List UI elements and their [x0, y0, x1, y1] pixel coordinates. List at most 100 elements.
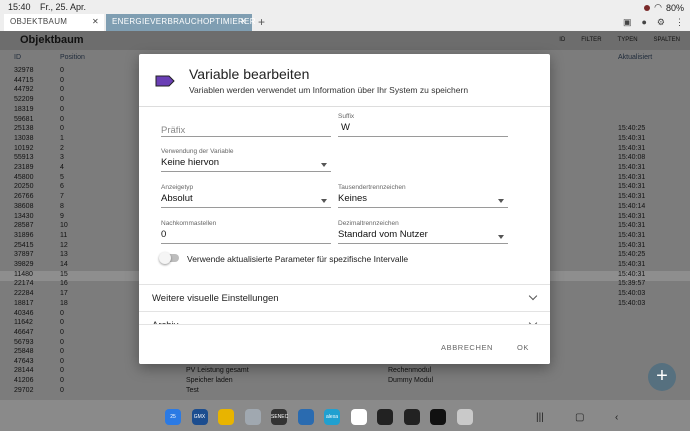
column-header-updated[interactable]: Aktualisiert	[618, 54, 652, 61]
cell-position: 1	[60, 134, 64, 142]
display-type-underline	[161, 207, 331, 208]
dock-app-icon[interactable]: GMX	[191, 409, 208, 425]
dock-app-icon[interactable]	[377, 409, 393, 425]
dock-app-icon[interactable]	[244, 409, 261, 425]
cell-position: 0	[60, 387, 64, 394]
cell-position: 11	[60, 231, 68, 239]
cell-id: 22174	[14, 280, 34, 288]
tab-bar: OBJEKTBAUM ✕ ENERGIEVERBRAUCHOPTIMIERER …	[0, 14, 690, 31]
cell-id: 44715	[14, 76, 34, 84]
cell-position: 0	[60, 76, 64, 84]
column-header-position[interactable]: Position	[60, 54, 85, 61]
settings-icon[interactable]: ⚙	[657, 17, 665, 28]
chevron-down-icon	[321, 163, 327, 167]
prefix-underline	[161, 136, 331, 137]
dock-app-icon[interactable]: 25	[165, 409, 181, 425]
back-button[interactable]: ‹	[615, 412, 618, 423]
close-tab-icon[interactable]: ✕	[92, 17, 99, 26]
cell-updated: 15:40:31	[618, 164, 646, 171]
dialog-subtitle: Variablen werden verwendet um Informatio…	[189, 85, 469, 95]
prefix-placeholder: Präfix	[161, 125, 186, 136]
cell-id: 10192	[14, 144, 34, 152]
toolbar: ID FILTER TYPEN SPALTEN	[559, 37, 680, 43]
decimal-separator-underline	[338, 243, 508, 244]
cell-id: 31896	[14, 231, 34, 239]
usage-select[interactable]: Verwendung der Variable Keine hiervon	[161, 148, 331, 173]
dock-app-icon[interactable]	[297, 409, 314, 425]
cell-id: 26766	[14, 193, 34, 201]
dock-app-icon[interactable]: SENEC	[271, 409, 288, 425]
tab-energieverbrauchoptimierer[interactable]: ENERGIEVERBRAUCHOPTIMIERER ✕	[106, 14, 256, 31]
chevron-down-icon	[528, 291, 538, 301]
cell-position: 2	[60, 144, 64, 152]
status-icons: ◠ 80%	[644, 2, 684, 13]
home-button[interactable]: ▢	[575, 412, 584, 423]
toolbar-columns-button[interactable]: SPALTEN	[654, 37, 680, 43]
status-bar: 15:40 Fr., 25. Apr. ◠ 80%	[0, 0, 690, 14]
dock-app-icon[interactable]	[430, 409, 446, 425]
dock-app-icon[interactable]	[456, 409, 473, 425]
thousands-separator-select[interactable]: Tausendertrennzeichen Keines	[338, 184, 508, 209]
recent-apps-button[interactable]: |||	[536, 412, 544, 423]
usage-value: Keine hiervon	[161, 157, 220, 168]
display-type-label: Anzeigetyp	[161, 184, 194, 191]
cell-name: Test	[186, 387, 199, 394]
cancel-button[interactable]: ABBRECHEN	[441, 343, 493, 352]
toolbar-id-button[interactable]: ID	[559, 37, 565, 43]
cell-id: 25415	[14, 241, 34, 249]
suffix-field[interactable]: Suffix W	[338, 113, 508, 138]
decimal-separator-label: Dezimaltrennzeichen	[338, 220, 399, 227]
cell-updated: 15:40:31	[618, 144, 646, 152]
chevron-down-icon	[321, 199, 327, 203]
decimals-field[interactable]: Nachkommastellen 0	[161, 220, 331, 245]
cell-updated: 15:40:31	[618, 270, 646, 278]
chevron-down-icon	[498, 235, 504, 239]
cell-id: 46647	[14, 328, 34, 336]
cell-position: 0	[60, 96, 64, 104]
usage-label: Verwendung der Variable	[161, 148, 234, 155]
decimals-value: 0	[161, 229, 167, 240]
tree-row[interactable]: 41206 0 Speicher laden Dummy Modul	[0, 377, 690, 387]
display-type-value: Absolut	[161, 193, 193, 204]
ok-button[interactable]: OK	[517, 343, 529, 352]
cell-position: 0	[60, 358, 64, 365]
visual-settings-section[interactable]: Weitere visuelle Einstellungen	[139, 284, 550, 310]
dialog-footer: ABBRECHEN OK	[139, 324, 550, 364]
cell-position: 0	[60, 125, 64, 133]
dock-app-icon[interactable]	[350, 409, 367, 425]
status-time: 15:40	[8, 2, 31, 12]
dock-app-icon[interactable]	[218, 409, 234, 425]
status-date: Fr., 25. Apr.	[40, 2, 87, 12]
add-object-button[interactable]: +	[648, 363, 676, 391]
cell-updated: 15:40:03	[618, 290, 646, 298]
cell-position: 0	[60, 86, 64, 94]
tree-row[interactable]: 28144 0 PV Leistung gesamt Rechenmodul	[0, 367, 690, 377]
close-tab-icon[interactable]: ✕	[240, 17, 247, 26]
page-title: Objektbaum	[20, 34, 84, 46]
tab-objektbaum[interactable]: OBJEKTBAUM ✕	[4, 14, 104, 31]
tag-icon	[155, 75, 175, 87]
cell-position: 10	[60, 222, 68, 230]
add-tab-icon[interactable]: +	[258, 15, 265, 29]
cell-position: 0	[60, 377, 64, 384]
notifications-icon[interactable]: ●	[641, 17, 646, 28]
dock-app-icon[interactable]	[403, 409, 420, 425]
cart-icon[interactable]: ▣	[623, 17, 632, 28]
cell-position: 3	[60, 154, 64, 162]
display-type-select[interactable]: Anzeigetyp Absolut	[161, 184, 331, 209]
wifi-icon: ◠	[654, 2, 662, 12]
toolbar-filter-button[interactable]: FILTER	[581, 37, 601, 43]
decimal-separator-select[interactable]: Dezimaltrennzeichen Standard vom Nutzer	[338, 220, 508, 245]
toolbar-types-button[interactable]: TYPEN	[618, 37, 638, 43]
cell-id: 37897	[14, 251, 34, 259]
menu-icon[interactable]: ⋮	[675, 17, 684, 28]
interval-parameters-toggle[interactable]	[159, 252, 179, 264]
dock-app-icon[interactable]: alexa	[324, 409, 340, 425]
tab-label: OBJEKTBAUM	[10, 17, 68, 26]
thousands-label: Tausendertrennzeichen	[338, 184, 406, 191]
cell-position: 0	[60, 367, 64, 374]
prefix-field[interactable]: Präfix	[161, 116, 331, 138]
decimals-label: Nachkommastellen	[161, 220, 217, 227]
column-header-id[interactable]: ID	[14, 54, 21, 61]
tree-row[interactable]: 29702 0 Test	[0, 387, 690, 397]
